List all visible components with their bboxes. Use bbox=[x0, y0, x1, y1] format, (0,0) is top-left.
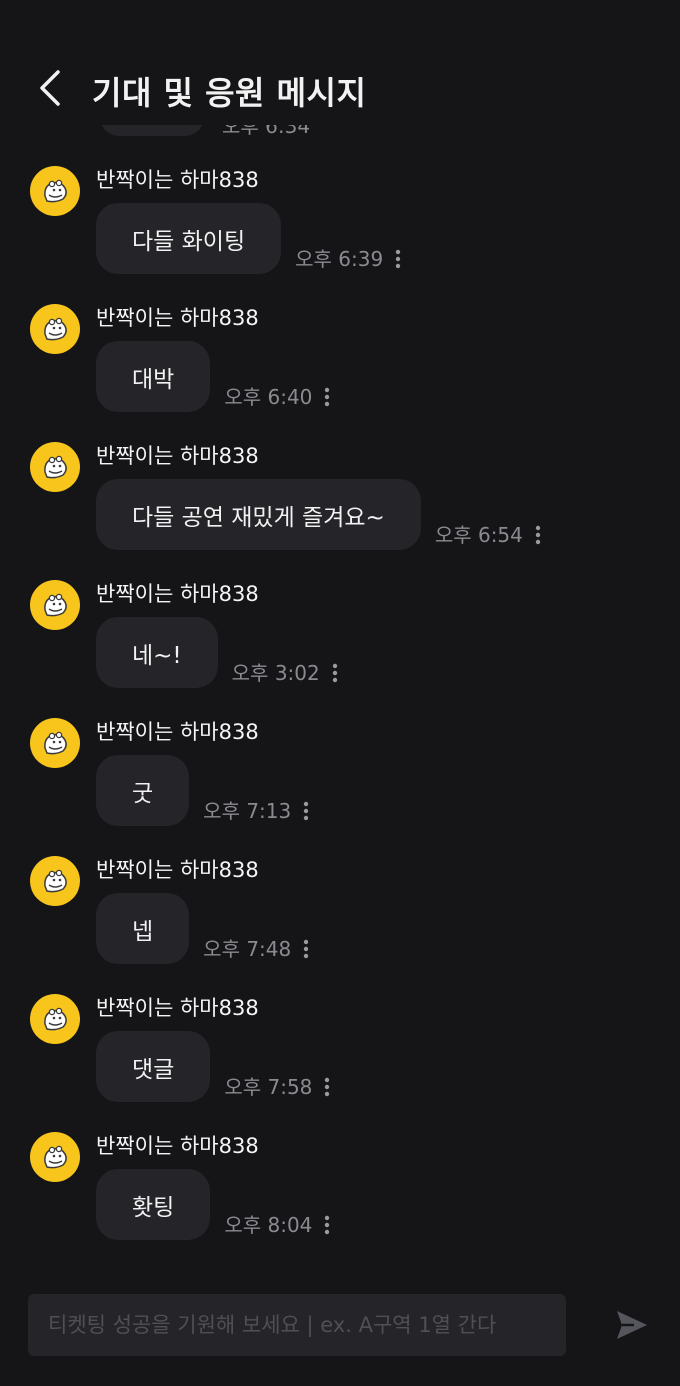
message-item: 반짝이는 하마838 다들 공연 재밌게 즐겨요~ 오후 6:54 bbox=[0, 436, 680, 574]
avatar[interactable] bbox=[30, 580, 80, 630]
hippo-avatar-icon bbox=[44, 317, 67, 341]
hippo-avatar-icon bbox=[44, 593, 67, 617]
avatar[interactable] bbox=[30, 1132, 80, 1182]
message-time: 오후 6:39 bbox=[295, 247, 384, 271]
more-vertical-icon bbox=[325, 1077, 330, 1097]
message-item: 반짝이는 하마838 넵 오후 7:48 bbox=[0, 850, 680, 988]
page-title: 기대 및 응원 메시지 bbox=[92, 74, 367, 112]
message-time: 오후 7:58 bbox=[224, 1075, 313, 1099]
message-nickname: 반짝이는 하마838 bbox=[96, 168, 259, 192]
hippo-avatar-icon bbox=[44, 1145, 67, 1169]
message-time: 오후 8:04 bbox=[224, 1213, 313, 1237]
avatar[interactable] bbox=[30, 856, 80, 906]
message-input-box bbox=[28, 1294, 566, 1356]
message-nickname: 반짝이는 하마838 bbox=[96, 444, 259, 468]
hippo-avatar-icon bbox=[44, 179, 67, 203]
more-vertical-icon bbox=[304, 939, 309, 959]
more-vertical-icon bbox=[396, 249, 401, 269]
message-item: 반짝이는 하마838 홧팅 오후 8:04 bbox=[0, 1126, 680, 1264]
back-button[interactable] bbox=[28, 62, 72, 114]
message-feed[interactable]: 반짝이는 하마838 다들 화이팅 오후 6:39 반짝이는 하마838 대박 … bbox=[0, 160, 680, 1264]
message-time: 오후 7:48 bbox=[203, 937, 292, 961]
message-input[interactable] bbox=[28, 1294, 566, 1356]
message-time: 오후 6:40 bbox=[224, 385, 313, 409]
more-vertical-icon bbox=[332, 663, 337, 683]
avatar[interactable] bbox=[30, 718, 80, 768]
message-bubble[interactable]: 넵 bbox=[96, 893, 190, 964]
message-nickname: 반짝이는 하마838 bbox=[96, 720, 259, 744]
message-nickname: 반짝이는 하마838 bbox=[96, 858, 259, 882]
chat-screen: 기대 및 응원 메시지 오후 6:34 반짝이는 하마838 다들 화이팅 오후… bbox=[0, 0, 680, 1386]
message-time: 오후 7:13 bbox=[203, 799, 292, 823]
message-bubble[interactable]: 네~! bbox=[96, 617, 218, 688]
message-more-button[interactable] bbox=[531, 524, 545, 546]
message-more-button[interactable] bbox=[299, 800, 313, 822]
message-item: 반짝이는 하마838 굿 오후 7:13 bbox=[0, 712, 680, 850]
hippo-avatar-icon bbox=[44, 1007, 67, 1031]
message-more-button[interactable] bbox=[328, 662, 342, 684]
message-item: 반짝이는 하마838 댓글 오후 7:58 bbox=[0, 988, 680, 1126]
chevron-left-icon bbox=[40, 70, 60, 106]
avatar[interactable] bbox=[30, 166, 80, 216]
avatar[interactable] bbox=[30, 304, 80, 354]
message-bubble[interactable]: 댓글 bbox=[96, 1031, 211, 1102]
message-bubble[interactable]: 다들 공연 재밌게 즐겨요~ bbox=[96, 479, 421, 550]
message-bubble[interactable]: 대박 bbox=[96, 341, 211, 412]
message-more-button[interactable] bbox=[391, 248, 405, 270]
avatar[interactable] bbox=[30, 442, 80, 492]
message-time: 오후 3:02 bbox=[231, 661, 320, 685]
more-vertical-icon bbox=[304, 801, 309, 821]
message-nickname: 반짝이는 하마838 bbox=[96, 996, 259, 1020]
message-nickname: 반짝이는 하마838 bbox=[96, 582, 259, 606]
send-button[interactable] bbox=[610, 1305, 654, 1345]
more-vertical-icon bbox=[325, 1215, 330, 1235]
message-item: 반짝이는 하마838 다들 화이팅 오후 6:39 bbox=[0, 160, 680, 298]
send-icon bbox=[617, 1311, 647, 1339]
message-item: 반짝이는 하마838 대박 오후 6:40 bbox=[0, 298, 680, 436]
avatar[interactable] bbox=[30, 994, 80, 1044]
message-bubble[interactable]: 굿 bbox=[96, 755, 190, 826]
hippo-avatar-icon bbox=[44, 869, 67, 893]
message-more-button[interactable] bbox=[299, 938, 313, 960]
message-bubble[interactable]: 홧팅 bbox=[96, 1169, 211, 1240]
message-more-button[interactable] bbox=[320, 386, 334, 408]
message-more-button[interactable] bbox=[320, 1214, 334, 1236]
hippo-avatar-icon bbox=[44, 455, 67, 479]
more-vertical-icon bbox=[325, 387, 330, 407]
message-item: 반짝이는 하마838 네~! 오후 3:02 bbox=[0, 574, 680, 712]
message-more-button[interactable] bbox=[320, 1076, 334, 1098]
header: 기대 및 응원 메시지 bbox=[0, 0, 680, 125]
hippo-avatar-icon bbox=[44, 731, 67, 755]
message-bubble[interactable]: 다들 화이팅 bbox=[96, 203, 282, 274]
message-nickname: 반짝이는 하마838 bbox=[96, 1134, 259, 1158]
more-vertical-icon bbox=[535, 525, 541, 545]
message-nickname: 반짝이는 하마838 bbox=[96, 306, 259, 330]
message-time: 오후 6:54 bbox=[434, 523, 523, 547]
